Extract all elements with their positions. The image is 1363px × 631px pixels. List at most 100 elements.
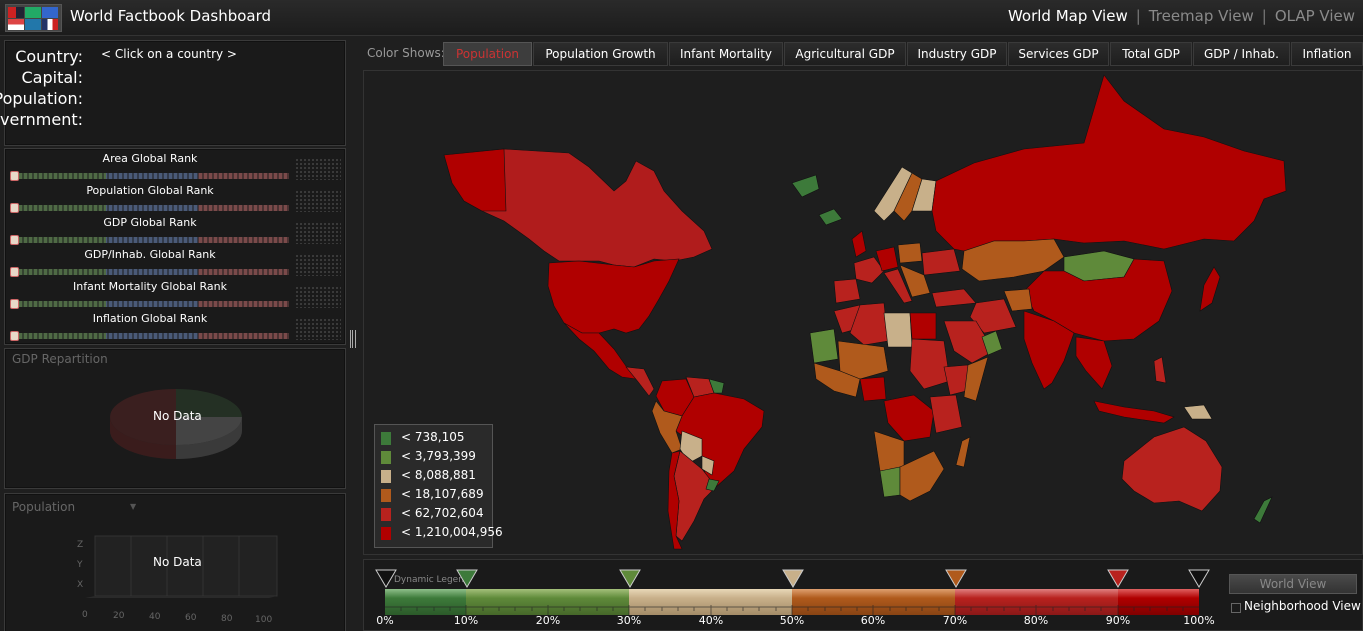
treemap-view-link[interactable]: Treemap View (1149, 7, 1254, 25)
country-mauritania[interactable] (809, 328, 839, 364)
inflation-rank-label: Inflation Global Rank (92, 312, 208, 325)
country-indonesia[interactable] (1093, 400, 1175, 424)
country-usa[interactable] (547, 258, 680, 334)
legend-marker-50[interactable] (782, 569, 804, 589)
world-map-view[interactable]: < 738,105 < 3,793,399 < 8,088,881 < 18,1… (363, 70, 1363, 555)
area-rank-dots (295, 158, 341, 180)
country-iceland[interactable] (818, 208, 843, 226)
tab-gdp-per-inhab[interactable]: GDP / Inhab. (1193, 42, 1290, 66)
legend-marker-10[interactable] (456, 569, 478, 589)
nav-separator: | (1135, 7, 1141, 25)
tab-total-gdp[interactable]: Total GDP (1110, 42, 1192, 66)
area-rank-track[interactable] (14, 173, 289, 179)
infant-mortality-rank-slider-handle[interactable] (10, 299, 19, 309)
country-central-america[interactable] (625, 366, 655, 397)
world-map-view-link[interactable]: World Map View (1008, 7, 1128, 25)
gdp-rank-track[interactable] (14, 237, 289, 243)
inflation-rank-track[interactable] (14, 333, 289, 339)
legend-tick-label: 30% (616, 614, 642, 627)
population-rank-dots (295, 190, 341, 212)
country-papua[interactable] (1183, 404, 1213, 420)
country-nigeria[interactable] (859, 376, 887, 402)
legend-label: < 3,793,399 (401, 449, 476, 463)
legend-marker-0[interactable] (375, 569, 397, 589)
legend-band (385, 589, 466, 615)
population-panel: Population ▼ Z Y X 0 20 40 60 80 100 No … (4, 493, 346, 631)
world-view-button[interactable]: World View (1229, 574, 1357, 594)
legend-label: < 62,702,604 (401, 506, 484, 520)
country-russia[interactable] (931, 74, 1287, 252)
population-label: Population: (0, 89, 83, 108)
legend-marker-100[interactable] (1188, 569, 1210, 589)
population-title[interactable]: Population (12, 500, 75, 514)
legend-marker-30[interactable] (619, 569, 641, 589)
tab-population[interactable]: Population (443, 42, 532, 66)
population-rank-label: Population Global Rank (86, 184, 214, 197)
dynamic-legend-bar[interactable] (385, 589, 1199, 615)
world-map[interactable] (364, 71, 1362, 554)
legend-swatch (381, 527, 391, 540)
legend-swatch (381, 451, 391, 464)
legend-tick-label: 70% (942, 614, 968, 627)
country-afghanistan[interactable] (1003, 288, 1033, 312)
country-madagascar[interactable] (955, 436, 971, 468)
legend-tick-label: 10% (453, 614, 479, 627)
country-japan[interactable] (1199, 266, 1221, 312)
tick-label: 80 (221, 614, 233, 624)
color-shows-bar: Color Shows: Population Population Growt… (362, 40, 1363, 68)
country-drc[interactable] (883, 394, 935, 442)
gdp-rank-slider-handle[interactable] (10, 235, 19, 245)
country-spain[interactable] (833, 278, 861, 304)
area-rank-slider-handle[interactable] (10, 171, 19, 181)
panel-splitter-handle[interactable] (350, 330, 356, 348)
tab-infant-mortality[interactable]: Infant Mortality (669, 42, 783, 66)
country-angola[interactable] (873, 430, 905, 472)
gdp-inhab-rank-track[interactable] (14, 269, 289, 275)
view-navigation: World Map View | Treemap View | OLAP Vie… (1008, 7, 1355, 25)
population-rank-slider-handle[interactable] (10, 203, 19, 213)
country-ukraine[interactable] (921, 248, 961, 276)
country-southern-africa[interactable] (899, 450, 945, 502)
axis-y-label: Y (77, 560, 83, 570)
country-greenland[interactable] (791, 174, 820, 198)
tab-agricultural-gdp[interactable]: Agricultural GDP (784, 42, 906, 66)
population-dropdown-icon[interactable]: ▼ (130, 502, 136, 511)
legend-label: < 18,107,689 (401, 487, 484, 501)
gdp-inhab-rank-slider-handle[interactable] (10, 267, 19, 277)
government-label: Government: (0, 110, 83, 129)
tab-inflation[interactable]: Inflation (1291, 42, 1363, 66)
olap-view-link[interactable]: OLAP View (1275, 7, 1355, 25)
country-libya[interactable] (883, 312, 913, 348)
country-namibia[interactable] (879, 466, 901, 498)
country-east-africa[interactable] (929, 394, 963, 434)
country-philippines[interactable] (1153, 356, 1167, 384)
legend-band (1118, 589, 1199, 615)
country-somalia[interactable] (963, 356, 989, 402)
infant-mortality-rank-track[interactable] (14, 301, 289, 307)
country-egypt[interactable] (909, 312, 937, 340)
country-sudan[interactable] (909, 338, 951, 390)
country-alaska-usa[interactable] (443, 148, 507, 212)
country-southeast-asia[interactable] (1075, 336, 1113, 390)
country-turkey[interactable] (931, 288, 977, 308)
gdp-inhab-rank-label: GDP/Inhab. Global Rank (84, 248, 216, 261)
legend-marker-90[interactable] (1107, 569, 1129, 589)
country-australia[interactable] (1121, 426, 1223, 512)
country-label: Country: (15, 47, 83, 66)
legend-tick-label: 80% (1023, 614, 1049, 627)
tab-industry-gdp[interactable]: Industry GDP (907, 42, 1007, 66)
neighborhood-view-label[interactable]: Neighborhood View (1244, 599, 1361, 613)
population-rank-track[interactable] (14, 205, 289, 211)
country-value: < Click on a country > (101, 47, 237, 61)
gdp-rank-dots (295, 222, 341, 244)
legend-marker-70[interactable] (945, 569, 967, 589)
gdp-no-data-text: No Data (153, 409, 202, 423)
neighborhood-view-checkbox[interactable] (1231, 603, 1241, 613)
tab-population-growth[interactable]: Population Growth (533, 42, 668, 66)
tab-services-gdp[interactable]: Services GDP (1008, 42, 1109, 66)
app-window: World Factbook Dashboard World Map View … (0, 0, 1363, 631)
country-poland[interactable] (897, 242, 923, 264)
country-uk[interactable] (851, 230, 867, 258)
inflation-rank-slider-handle[interactable] (10, 331, 19, 341)
country-new-zealand[interactable] (1253, 496, 1273, 524)
